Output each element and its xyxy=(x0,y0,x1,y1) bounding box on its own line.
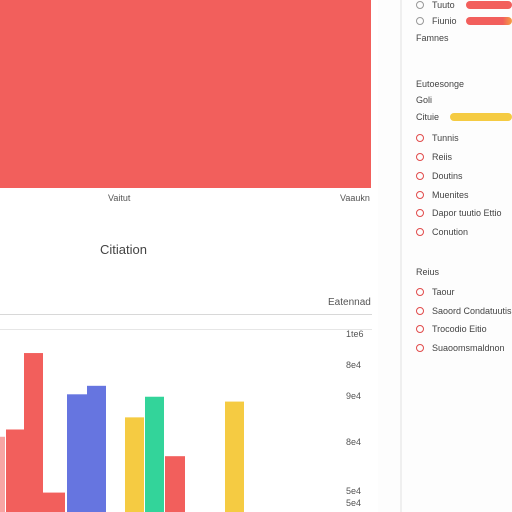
sidebar-item-10[interactable]: Suaoomsmaldnon xyxy=(416,341,505,355)
chart-bar xyxy=(125,417,144,512)
sidebar-item-label: Suaoomsmaldnon xyxy=(432,343,505,353)
circle-icon xyxy=(416,191,424,199)
sidebar-item-label: Tuuto xyxy=(432,0,455,10)
panel-divider xyxy=(400,0,402,512)
sidebar-item-6[interactable]: Conution xyxy=(416,225,468,239)
section-title: Citiation xyxy=(100,242,147,257)
bar-chart xyxy=(0,353,244,512)
sidebar-item-2[interactable]: Reiis xyxy=(416,150,452,164)
sidebar-item-8[interactable]: Saoord Condatuutis xyxy=(416,304,512,318)
progress-bar xyxy=(450,113,512,121)
hero-image-block xyxy=(0,0,371,188)
sidebar-item-label: Reiis xyxy=(432,152,453,162)
y-tick-label: 5e4 xyxy=(346,486,362,496)
circle-icon xyxy=(416,209,424,217)
y-tick-label: 1te6 xyxy=(346,329,364,339)
chart-label: Eatennad xyxy=(328,297,371,308)
main-content: Vaitut Vaaukn Citiation Eatennad 1te6 8e… xyxy=(0,0,378,512)
circle-icon xyxy=(416,17,424,25)
y-tick-label: 5e4 xyxy=(346,498,362,508)
circle-icon xyxy=(416,1,424,9)
chart-bar xyxy=(43,492,65,512)
y-tick-label: 8e4 xyxy=(346,437,362,447)
chart-bar xyxy=(24,353,43,512)
circle-icon xyxy=(416,134,424,142)
circle-icon xyxy=(416,344,424,352)
circle-icon xyxy=(416,307,424,315)
chart-bar xyxy=(145,396,164,512)
sidebar-item-label: Saoord Condatuutis xyxy=(432,306,512,316)
sidebar-item-label: Conution xyxy=(432,227,469,237)
sidebar-item-label: Taour xyxy=(432,287,455,297)
sidebar-item-1[interactable]: Tunnis xyxy=(416,131,459,145)
circle-icon xyxy=(416,153,424,161)
sidebar-heading: Goli xyxy=(416,95,433,105)
sidebar-item-label: Doutins xyxy=(432,171,463,181)
sidebar-item-top-2[interactable]: Fiunio xyxy=(416,14,457,28)
chart-bar xyxy=(225,401,244,512)
sidebar-group-label: Famnes xyxy=(416,33,449,43)
chart-bar xyxy=(6,429,24,512)
chart-rule xyxy=(0,314,372,315)
sidebar-item-4[interactable]: Muenites xyxy=(416,188,469,202)
sidebar-item-top-1[interactable]: Tuuto xyxy=(416,0,455,12)
circle-icon xyxy=(416,172,424,180)
sidebar-item-label: Muenites xyxy=(432,190,469,200)
chart-bar xyxy=(67,394,87,512)
hero-caption-right: Vaaukn xyxy=(340,193,370,203)
chart-bar xyxy=(87,385,106,512)
y-tick-label: 9e4 xyxy=(346,391,362,401)
sidebar-item-label: Tunnis xyxy=(432,133,459,143)
sidebar-heading: Eutoesonge xyxy=(416,79,465,89)
hero-caption-left: Vaitut xyxy=(108,193,131,203)
chart-bar xyxy=(165,456,185,512)
sidebar-item-label: Trocodio Eitio xyxy=(432,324,487,334)
chart-bar xyxy=(0,436,5,512)
sidebar-heading: Reius xyxy=(416,267,440,277)
page: Vaitut Vaaukn Citiation Eatennad 1te6 8e… xyxy=(0,0,512,512)
sidebar-item-5[interactable]: Dapor tuutio Ettio xyxy=(416,206,502,220)
sidebar-item-9[interactable]: Trocodio Eitio xyxy=(416,322,487,336)
y-tick-label: 8e4 xyxy=(346,360,362,370)
circle-icon xyxy=(416,288,424,296)
progress-bar xyxy=(466,1,512,9)
circle-icon xyxy=(416,325,424,333)
sidebar-item-label: Fiunio xyxy=(432,16,457,26)
circle-icon xyxy=(416,228,424,236)
sidebar-progress-label: Cituie xyxy=(416,112,440,122)
sidebar-item-label: Dapor tuutio Ettio xyxy=(432,208,502,218)
sidebar-item-3[interactable]: Doutins xyxy=(416,169,463,183)
sidebar-item-7[interactable]: Taour xyxy=(416,285,455,299)
sidebar: Tuuto Fiunio Famnes Eutoesonge Goli Citu… xyxy=(404,0,512,512)
progress-bar xyxy=(466,17,512,25)
